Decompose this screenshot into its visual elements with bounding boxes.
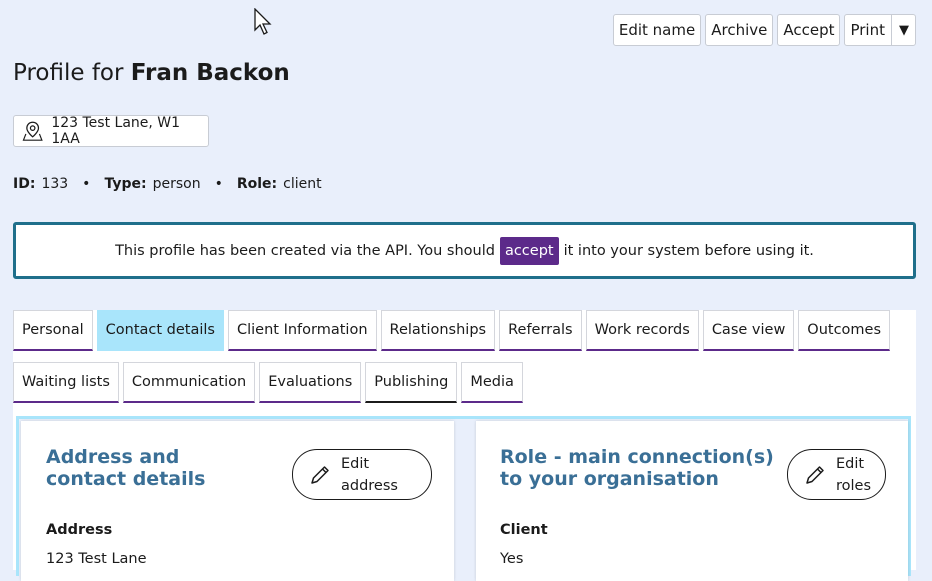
- heading-line: contact details: [46, 468, 206, 490]
- address-field-label: Address: [46, 522, 113, 538]
- type-value: person: [152, 176, 201, 192]
- api-notice-banner: This profile has been created via the AP…: [13, 222, 916, 279]
- profile-meta: ID: 133 • Type: person • Role: client: [13, 176, 322, 192]
- address-card: Address and contact details Edit address…: [21, 421, 454, 581]
- tab-case-view[interactable]: Case view: [702, 310, 795, 351]
- edit-address-label: Edit address: [341, 453, 398, 497]
- print-button[interactable]: Print: [850, 21, 885, 39]
- separator: •: [82, 176, 91, 192]
- separator: •: [214, 176, 223, 192]
- address-chip[interactable]: 123 Test Lane, W1 1AA: [13, 115, 209, 147]
- address-card-heading: Address and contact details: [46, 446, 205, 490]
- edit-roles-label: Edit roles: [836, 453, 871, 497]
- pencil-icon: [311, 465, 329, 484]
- tab-referrals[interactable]: Referrals: [499, 310, 582, 351]
- tab-media[interactable]: Media: [461, 362, 524, 403]
- client-field-value: Yes: [500, 551, 524, 567]
- archive-button[interactable]: Archive: [705, 14, 774, 46]
- role-card: Role - main connection(s) to your organi…: [476, 421, 908, 581]
- edit-address-button[interactable]: Edit address: [292, 449, 432, 500]
- tab-row-1: Personal Contact details Client Informat…: [13, 310, 891, 351]
- tab-evaluations[interactable]: Evaluations: [259, 362, 362, 403]
- heading-line: to your organisation: [500, 468, 719, 490]
- client-field-label: Client: [500, 522, 548, 538]
- tab-contact-details[interactable]: Contact details: [96, 310, 224, 351]
- heading-line: Address and: [46, 446, 180, 468]
- tab-outcomes[interactable]: Outcomes: [798, 310, 891, 351]
- profile-name: Fran Backon: [130, 60, 290, 86]
- chevron-down-icon[interactable]: ▼: [891, 15, 915, 45]
- tab-client-information[interactable]: Client Information: [227, 310, 377, 351]
- accept-button[interactable]: Accept: [777, 14, 841, 46]
- button-line: roles: [836, 477, 872, 494]
- address-field-value: 123 Test Lane: [46, 551, 147, 567]
- mouse-cursor-icon: [254, 8, 272, 35]
- tab-row-2: Waiting lists Communication Evaluations …: [13, 362, 524, 403]
- button-line: Edit: [341, 455, 370, 472]
- title-prefix: Profile for: [13, 60, 124, 86]
- accept-link[interactable]: accept: [499, 236, 559, 265]
- edit-name-button[interactable]: Edit name: [612, 14, 702, 46]
- tab-publishing[interactable]: Publishing: [365, 362, 458, 403]
- button-line: address: [341, 477, 398, 494]
- notice-text-after: it into your system before using it.: [563, 242, 814, 259]
- edit-roles-button[interactable]: Edit roles: [787, 449, 886, 500]
- action-toolbar: Edit name Archive Accept Print ▼: [612, 14, 916, 46]
- id-value: 133: [41, 176, 69, 192]
- pencil-icon: [806, 465, 824, 484]
- id-label: ID:: [13, 176, 36, 192]
- button-line: Edit: [836, 455, 865, 472]
- tab-panel: Address and contact details Edit address…: [16, 416, 911, 581]
- tab-relationships[interactable]: Relationships: [380, 310, 496, 351]
- tab-work-records[interactable]: Work records: [585, 310, 699, 351]
- tab-waiting-lists[interactable]: Waiting lists: [13, 362, 119, 403]
- page-title: Profile for Fran Backon: [13, 60, 290, 86]
- type-label: Type:: [104, 176, 147, 192]
- tabs-area: Personal Contact details Client Informat…: [13, 310, 916, 581]
- role-card-heading: Role - main connection(s) to your organi…: [500, 446, 774, 490]
- address-text: 123 Test Lane, W1 1AA: [51, 115, 181, 147]
- notice-text-before: This profile has been created via the AP…: [115, 242, 495, 259]
- role-label: Role:: [236, 176, 278, 192]
- heading-line: Role - main connection(s): [500, 446, 774, 468]
- print-split-button: Print ▼: [844, 14, 916, 46]
- tab-communication[interactable]: Communication: [122, 362, 256, 403]
- role-value: client: [283, 176, 322, 192]
- tab-personal[interactable]: Personal: [13, 310, 93, 351]
- map-pin-icon: [22, 121, 43, 141]
